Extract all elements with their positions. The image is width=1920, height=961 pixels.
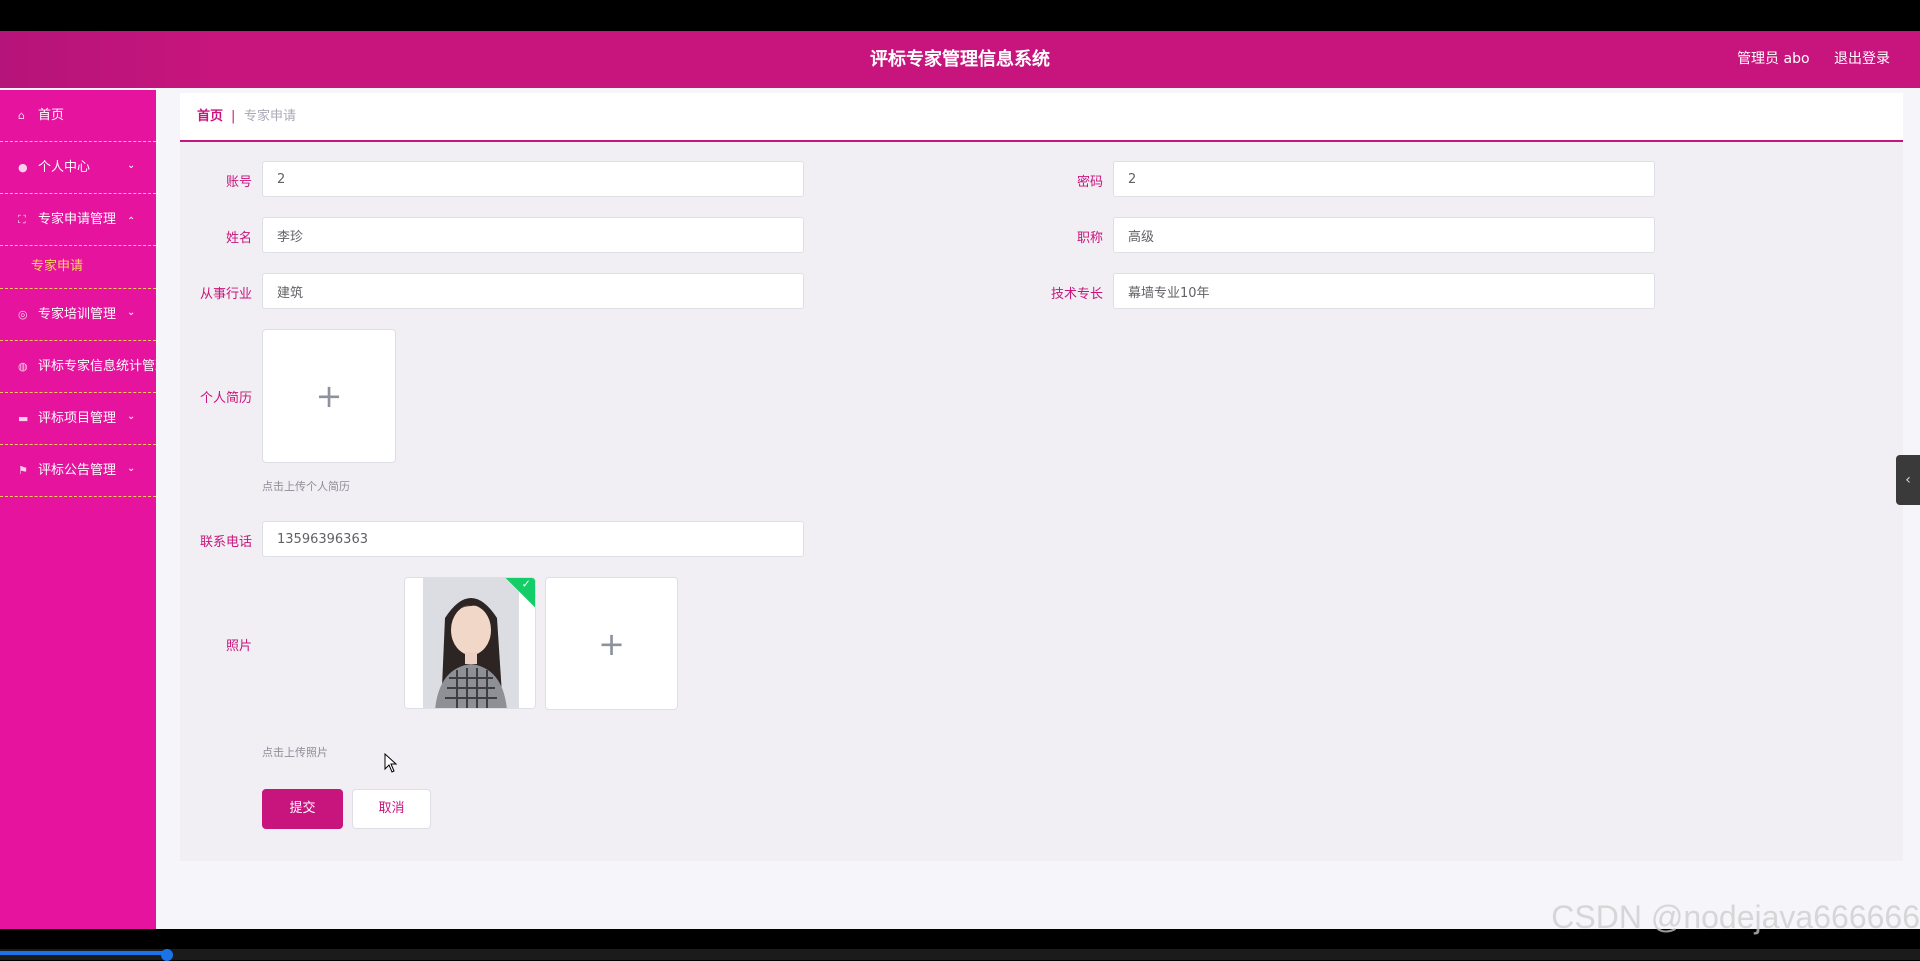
chevron-up-icon: ⌃	[127, 216, 136, 227]
cancel-button[interactable]: 取消	[352, 789, 431, 829]
main-content: 首页 | 专家申请 账号 密码 姓名 职称 从事行业 技术专长 个人简历 + 点…	[180, 93, 1903, 861]
chevron-down-icon: ⌄	[127, 463, 136, 474]
logout-link[interactable]: 退出登录	[1834, 51, 1890, 67]
breadcrumb-separator: |	[231, 109, 236, 124]
top-bar-actions: 管理员 abo 退出登录	[1717, 31, 1890, 88]
sidebar-item-home[interactable]: ⌂ 首页	[0, 90, 156, 142]
chevron-down-icon: ⌄	[127, 411, 136, 422]
photo-upload-button[interactable]: +	[545, 577, 678, 710]
sidebar: ⌂ 首页 ● 个人中心 ⌄ ⛶ 专家申请管理 ⌃ 专家申请 ◎ 专家培训管理 ⌄…	[0, 90, 156, 929]
name-label: 姓名	[225, 231, 252, 246]
title-input[interactable]	[1113, 217, 1655, 253]
industry-label: 从事行业	[199, 287, 252, 302]
panel-toggle-button[interactable]: ‹	[1896, 455, 1920, 505]
breadcrumb: 首页 | 专家申请	[180, 93, 1903, 142]
progress-fill	[0, 951, 168, 955]
breadcrumb-current: 专家申请	[244, 109, 297, 124]
title-label: 职称	[1076, 231, 1103, 246]
account-input[interactable]	[262, 161, 804, 197]
phone-input[interactable]	[262, 521, 804, 557]
photo-upload-hint: 点击上传照片	[262, 746, 328, 759]
phone-label: 联系电话	[199, 535, 252, 550]
sidebar-item-label: 个人中心	[38, 160, 91, 175]
photo-label: 照片	[225, 639, 252, 654]
specialty-input[interactable]	[1113, 273, 1655, 309]
chevron-left-icon: ‹	[1905, 472, 1911, 488]
home-icon: ⌂	[18, 109, 25, 122]
flag-icon: ⚑	[18, 464, 28, 477]
sidebar-item-expert-application[interactable]: ⛶ 专家申请管理 ⌃	[0, 194, 156, 246]
submit-button[interactable]: 提交	[262, 789, 343, 829]
check-icon: ✓	[521, 577, 531, 591]
top-bar: 评标专家管理信息系统 管理员 abo 退出登录	[0, 31, 1920, 88]
watermark: CSDN @nodejava666666	[1551, 899, 1920, 935]
plus-icon: +	[598, 625, 625, 663]
app-screen: 评标专家管理信息系统 管理员 abo 退出登录 ⌂ 首页 ● 个人中心 ⌄ ⛶ …	[0, 31, 1920, 929]
sidebar-item-label: 专家培训管理	[38, 307, 117, 322]
sidebar-item-label: 首页	[38, 108, 65, 123]
sidebar-item-label: 评标项目管理	[38, 411, 117, 426]
sidebar-subitem-expert-apply[interactable]: 专家申请	[0, 246, 156, 289]
breadcrumb-home[interactable]: 首页	[197, 93, 223, 140]
video-progress-bar[interactable]	[0, 949, 1920, 961]
compass-icon: ◎	[18, 308, 28, 321]
sidebar-item-label: 评标专家信息统计管理	[38, 359, 156, 374]
password-input[interactable]	[1113, 161, 1655, 197]
globe-icon: ◍	[18, 360, 28, 373]
mouse-cursor-icon	[384, 753, 398, 773]
account-label: 账号	[225, 175, 252, 190]
sidebar-item-bid-announcements[interactable]: ⚑ 评标公告管理 ⌄	[0, 445, 156, 497]
sidebar-item-label: 评标公告管理	[38, 463, 117, 478]
name-input[interactable]	[262, 217, 804, 253]
resume-label: 个人简历	[199, 391, 252, 406]
uploaded-photo[interactable]: ✓	[404, 577, 536, 709]
resume-upload-hint: 点击上传个人简历	[262, 480, 350, 493]
chevron-down-icon: ⌄	[127, 307, 136, 318]
industry-input[interactable]	[262, 273, 804, 309]
sidebar-item-bid-projects[interactable]: ▬ 评标项目管理 ⌄	[0, 393, 156, 445]
sidebar-item-label: 专家申请管理	[38, 212, 117, 227]
sidebar-item-expert-training[interactable]: ◎ 专家培训管理 ⌄	[0, 289, 156, 341]
expand-icon: ⛶	[18, 213, 26, 226]
sidebar-item-personal-center[interactable]: ● 个人中心 ⌄	[0, 142, 156, 194]
resume-upload-button[interactable]: +	[262, 329, 396, 463]
chevron-down-icon: ⌄	[127, 160, 136, 171]
user-icon: ●	[18, 161, 28, 174]
progress-knob[interactable]	[161, 949, 173, 961]
sidebar-item-expert-statistics[interactable]: ◍ 评标专家信息统计管理	[0, 341, 156, 393]
specialty-label: 技术专长	[1050, 287, 1103, 302]
current-user: 管理员 abo	[1737, 51, 1810, 67]
portrait-image	[405, 578, 535, 708]
ticket-icon: ▬	[18, 412, 29, 425]
app-title: 评标专家管理信息系统	[870, 49, 1050, 70]
password-label: 密码	[1076, 175, 1103, 190]
plus-icon: +	[315, 377, 343, 415]
